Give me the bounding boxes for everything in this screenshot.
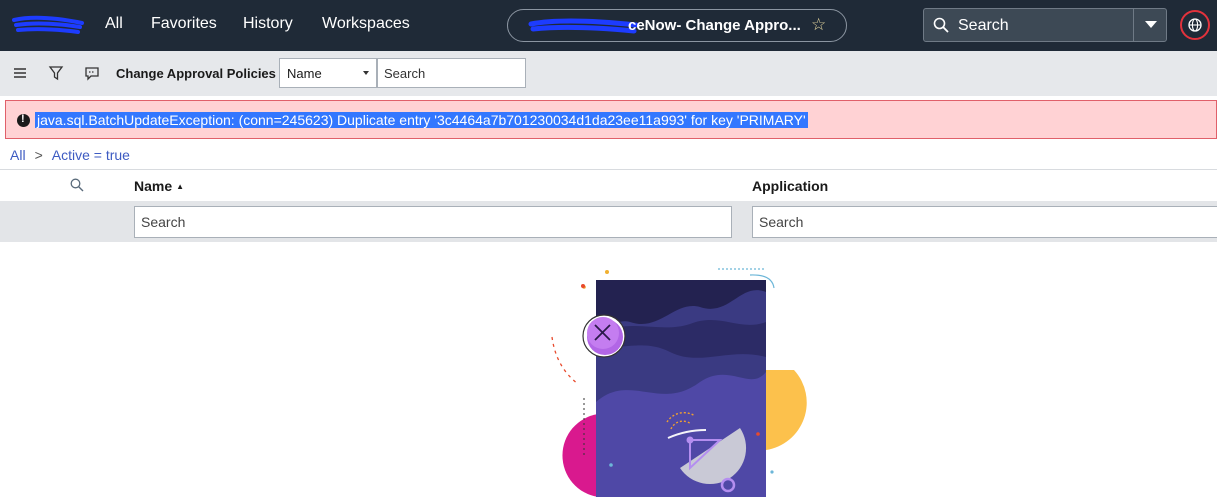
empty-state-illustration [551,268,807,497]
chevron-down-icon [1145,21,1157,28]
application-column-search-input[interactable]: Search [752,206,1217,238]
globe-icon [1188,18,1202,32]
redaction-scribble [528,18,638,34]
language-globe-button[interactable] [1180,10,1210,40]
error-icon [17,113,30,127]
search-icon [933,17,949,33]
list-search-input[interactable]: Search [377,58,526,88]
comment-icon[interactable] [84,65,100,81]
page-title-pill[interactable]: ceNow- Change Appro... ☆ [507,9,847,42]
error-message: java.sql.BatchUpdateException: (conn=245… [35,112,808,128]
breadcrumb-filter-active[interactable]: Active = true [52,147,130,163]
column-header-name[interactable]: Name ▲ [134,178,184,194]
breadcrumb-separator: > [34,147,43,163]
breadcrumb: All > Active = true [10,147,130,163]
filter-icon[interactable] [48,65,64,81]
column-search-icon[interactable] [70,178,84,192]
favorite-star-icon[interactable]: ☆ [811,15,826,35]
column-header-name-label: Name [134,178,173,194]
caret-down-icon [363,71,369,75]
table-header: Name ▲ Application [0,169,1217,201]
name-column-search-input[interactable]: Search [134,206,732,238]
search-field-select-value: Name [287,66,322,81]
global-search-input[interactable]: Search [958,17,1009,35]
page-title: ceNow- Change Appro... [628,17,801,34]
search-field-select[interactable]: Name [279,58,377,88]
sort-ascending-icon: ▲ [176,182,185,191]
column-filter-row: Search Search [0,201,1217,242]
list-title: Change Approval Policies [116,66,276,81]
error-banner: java.sql.BatchUpdateException: (conn=245… [5,100,1217,139]
global-search[interactable]: Search [923,8,1167,42]
breadcrumb-all[interactable]: All [10,147,26,163]
nav-workspaces[interactable]: Workspaces [322,15,410,33]
nav-history[interactable]: History [243,15,293,33]
list-header: Change Approval Policies Name Search [0,51,1217,96]
top-navigation: All Favorites History Workspaces ceNow- … [0,0,1217,51]
search-scope-dropdown[interactable] [1133,8,1167,42]
hamburger-menu-icon[interactable] [12,65,28,81]
logo-redacted[interactable] [12,14,84,36]
nav-favorites[interactable]: Favorites [151,15,217,33]
nav-all[interactable]: All [105,15,123,33]
column-header-application[interactable]: Application [752,178,828,194]
